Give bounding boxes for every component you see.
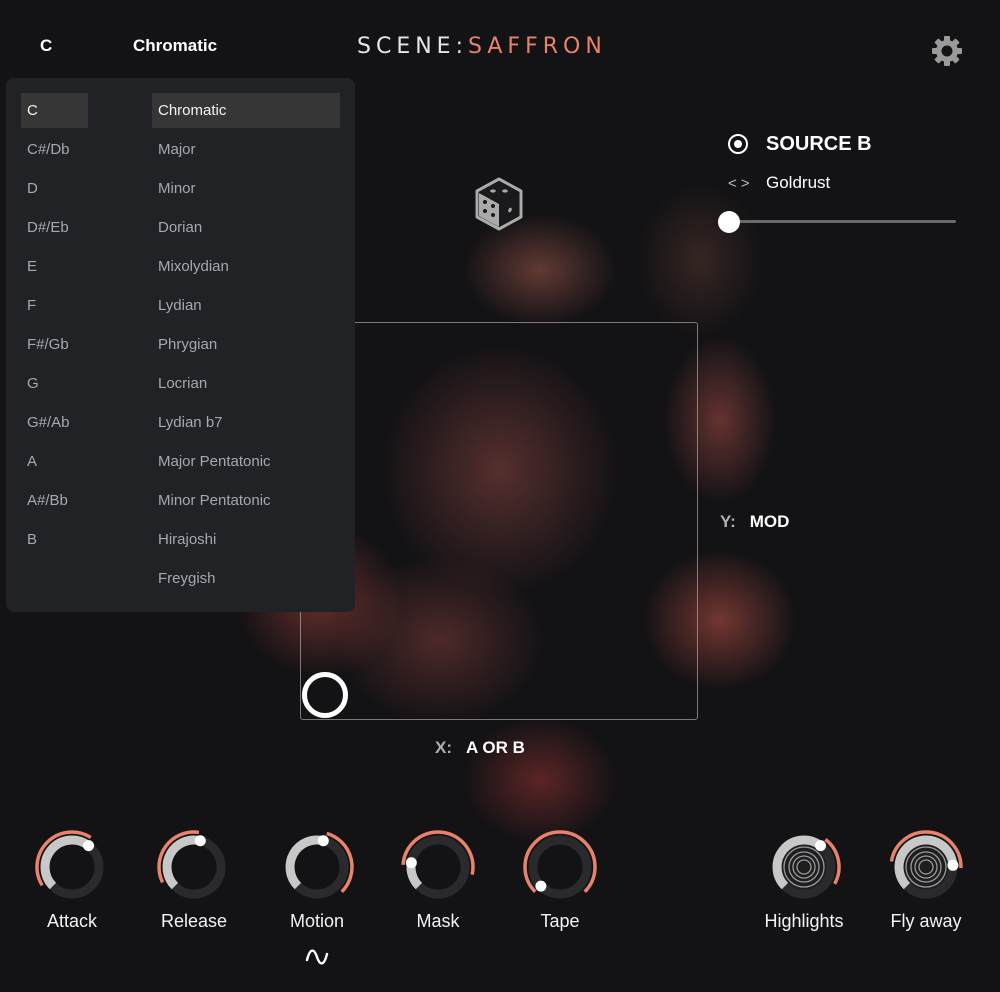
knob-value-arc bbox=[285, 835, 325, 890]
scale-option[interactable]: Phrygian bbox=[152, 327, 340, 362]
scale-option[interactable]: Major bbox=[152, 132, 340, 167]
source-mix-slider[interactable] bbox=[718, 210, 958, 234]
key-option[interactable]: G#/Ab bbox=[21, 405, 88, 440]
knob-label: Highlights bbox=[764, 911, 844, 931]
knob-label: Motion bbox=[289, 911, 345, 931]
scale-option[interactable]: Freygish bbox=[152, 561, 340, 596]
key-list: C C#/Db D D#/Eb E F F#/Gb G G#/Ab A A#/Bb B bbox=[21, 93, 88, 561]
key-option[interactable]: F#/Gb bbox=[21, 327, 88, 362]
knob-dial[interactable] bbox=[398, 826, 478, 906]
scale-selector[interactable]: Chromatic bbox=[133, 36, 217, 56]
knob-handle[interactable] bbox=[815, 840, 827, 852]
knob-dial[interactable] bbox=[520, 826, 600, 906]
xy-pad-handle[interactable] bbox=[302, 672, 348, 718]
logo-saffron: SAFFRON bbox=[468, 34, 607, 59]
key-option[interactable]: D bbox=[21, 171, 88, 206]
knob-dial[interactable] bbox=[277, 826, 357, 906]
knob-value-arc bbox=[40, 835, 92, 890]
scale-option[interactable]: Dorian bbox=[152, 210, 340, 245]
knob-highlights[interactable]: Highlights bbox=[759, 826, 849, 932]
logo-scene: SCENE: bbox=[357, 34, 468, 59]
key-selector[interactable]: C bbox=[40, 36, 52, 56]
scale-list: Chromatic Major Minor Dorian Mixolydian Lydia… bbox=[152, 93, 340, 600]
scale-option[interactable]: Hirajoshi bbox=[152, 522, 340, 557]
key-option[interactable]: F bbox=[21, 288, 88, 323]
key-option[interactable]: G bbox=[21, 366, 88, 401]
scale-option[interactable]: Lydian bbox=[152, 288, 340, 323]
scale-option[interactable]: Major Pentatonic bbox=[152, 444, 340, 479]
knob-dial[interactable] bbox=[154, 826, 234, 906]
scale-option[interactable]: Lydian b7 bbox=[152, 405, 340, 440]
knob-handle[interactable] bbox=[194, 835, 206, 847]
slider-track[interactable] bbox=[728, 220, 956, 223]
chevron-left-icon[interactable]: < bbox=[728, 175, 737, 192]
chevron-right-icon[interactable]: > bbox=[741, 175, 750, 192]
knob-handle[interactable] bbox=[947, 859, 959, 871]
xy-pad[interactable] bbox=[300, 322, 698, 720]
key-option[interactable]: C bbox=[21, 93, 88, 128]
scale-option[interactable]: Minor bbox=[152, 171, 340, 206]
key-option[interactable]: C#/Db bbox=[21, 132, 88, 167]
dice-icon[interactable] bbox=[472, 176, 526, 232]
knob-handle[interactable] bbox=[535, 880, 547, 892]
source-title: SOURCE B bbox=[766, 133, 872, 155]
key-option[interactable]: B bbox=[21, 522, 88, 557]
knob-motion[interactable]: Motion bbox=[272, 826, 362, 932]
y-axis-label: Y: MOD bbox=[720, 512, 789, 532]
knob-track bbox=[406, 835, 470, 899]
knob-label: Attack bbox=[46, 911, 98, 931]
knob-handle[interactable] bbox=[83, 840, 95, 852]
knob-attack[interactable]: Attack bbox=[27, 826, 117, 932]
knob-fly-away[interactable]: Fly away bbox=[881, 826, 971, 932]
preset-nav: < > bbox=[728, 173, 754, 193]
knob-release[interactable]: Release bbox=[149, 826, 239, 932]
slider-thumb[interactable] bbox=[718, 211, 740, 233]
key-option[interactable]: D#/Eb bbox=[21, 210, 88, 245]
key-option[interactable]: A#/Bb bbox=[21, 483, 88, 518]
preset-name[interactable]: Goldrust bbox=[766, 173, 830, 193]
source-b-radio[interactable] bbox=[728, 134, 748, 154]
knob-mask[interactable]: Mask bbox=[393, 826, 483, 932]
y-axis-value[interactable]: MOD bbox=[750, 512, 790, 531]
knob-handle[interactable] bbox=[405, 857, 417, 869]
knob-label: Tape bbox=[540, 911, 580, 931]
knob-label: Mask bbox=[416, 911, 460, 931]
sine-wave-icon[interactable] bbox=[304, 946, 330, 968]
knob-tape[interactable]: Tape bbox=[515, 826, 605, 932]
knob-label: Release bbox=[160, 911, 228, 931]
scale-option[interactable]: Locrian bbox=[152, 366, 340, 401]
scale-option[interactable]: Mixolydian bbox=[152, 249, 340, 284]
gear-icon[interactable] bbox=[930, 34, 964, 68]
knob-dial[interactable] bbox=[886, 826, 966, 906]
knob-label: Fly away bbox=[890, 911, 962, 931]
y-axis-key: Y: bbox=[720, 512, 736, 531]
x-axis-label: X: A OR B bbox=[435, 738, 525, 758]
scale-option[interactable]: Minor Pentatonic bbox=[152, 483, 340, 518]
scale-option[interactable]: Chromatic bbox=[152, 93, 340, 128]
key-scale-dropdown: C C#/Db D D#/Eb E F F#/Gb G G#/Ab A A#/Bb B Chromat… bbox=[6, 78, 355, 612]
key-option[interactable]: A bbox=[21, 444, 88, 479]
x-axis-key: X: bbox=[435, 738, 452, 757]
app-logo: SCENE:SAFFRON bbox=[357, 34, 607, 59]
knob-dial[interactable] bbox=[32, 826, 112, 906]
knob-handle[interactable] bbox=[317, 835, 329, 847]
key-option[interactable]: E bbox=[21, 249, 88, 284]
knob-dial[interactable] bbox=[764, 826, 844, 906]
knob-value-arc bbox=[162, 835, 202, 890]
x-axis-value[interactable]: A OR B bbox=[466, 738, 525, 757]
